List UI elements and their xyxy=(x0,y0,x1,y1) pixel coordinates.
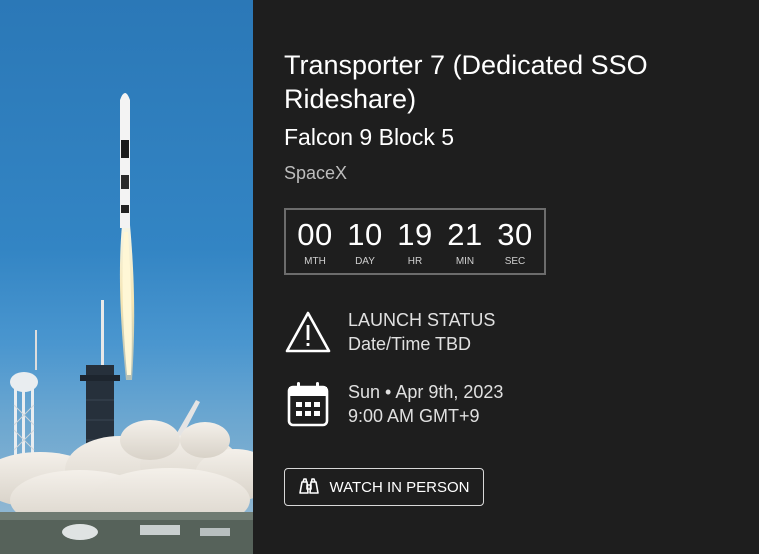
launch-date-row: Sun • Apr 9th, 2023 9:00 AM GMT+9 xyxy=(284,380,503,428)
countdown-label: DAY xyxy=(355,256,375,267)
launch-info-panel: Transporter 7 (Dedicated SSO Rideshare) … xyxy=(253,0,759,554)
binoculars-icon xyxy=(298,478,320,496)
countdown-timer: 00 MTH 10 DAY 19 HR 21 MIN 30 SEC xyxy=(284,208,546,275)
launch-status-row: LAUNCH STATUS Date/Time TBD xyxy=(284,308,495,356)
launch-status-value: Date/Time TBD xyxy=(348,334,472,354)
countdown-hours: 19 HR xyxy=(391,218,439,273)
countdown-months: 00 MTH xyxy=(291,218,339,273)
watch-in-person-button[interactable]: WATCH IN PERSON xyxy=(284,468,484,506)
launch-photo xyxy=(0,0,253,554)
countdown-value: 10 xyxy=(347,217,383,252)
countdown-label: MTH xyxy=(304,256,326,267)
countdown-minutes: 21 MIN xyxy=(441,218,489,273)
rocket-launch-illustration xyxy=(0,93,253,554)
countdown-label: HR xyxy=(407,256,423,267)
countdown-value: 21 xyxy=(447,217,483,252)
countdown-label: SEC xyxy=(504,256,526,267)
launch-title: Transporter 7 (Dedicated SSO Rideshare) xyxy=(284,50,648,114)
launch-date: Sun • Apr 9th, 2023 xyxy=(348,382,504,402)
warning-icon xyxy=(284,308,332,356)
watch-in-person-label: WATCH IN PERSON xyxy=(329,478,470,496)
launch-time: 9:00 AM GMT+9 xyxy=(348,406,480,426)
countdown-label: MIN xyxy=(455,256,475,267)
launch-provider: SpaceX xyxy=(284,163,348,183)
launch-vehicle: Falcon 9 Block 5 xyxy=(284,124,455,150)
launch-status-heading: LAUNCH STATUS xyxy=(348,310,496,330)
calendar-icon xyxy=(284,380,332,428)
countdown-value: 19 xyxy=(397,217,433,252)
countdown-seconds: 30 SEC xyxy=(491,218,539,273)
countdown-value: 00 xyxy=(297,217,333,252)
countdown-value: 30 xyxy=(497,217,533,252)
countdown-days: 10 DAY xyxy=(341,218,389,273)
